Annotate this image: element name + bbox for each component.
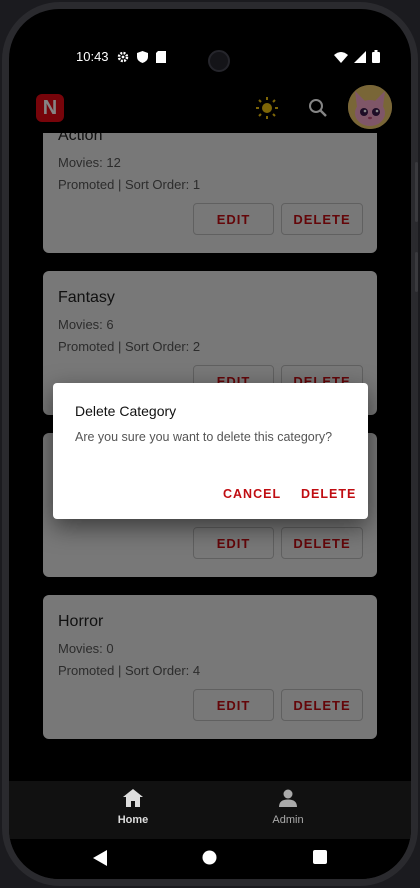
wifi-icon [334, 51, 348, 63]
confirm-delete-button[interactable]: DELETE [301, 487, 356, 501]
nav-item-home[interactable]: Home [93, 789, 173, 826]
device-frame: 10:43 N Action Movies: 12 Promoted | Sor… [2, 2, 418, 886]
delete-category-dialog: Delete Category Are you sure you want to… [53, 383, 368, 519]
status-time: 10:43 [76, 49, 109, 64]
person-icon [279, 789, 297, 807]
bottom-navigation: Home Admin [9, 781, 411, 839]
dialog-title: Delete Category [75, 403, 177, 419]
home-icon [123, 789, 143, 807]
volume-button [415, 162, 418, 222]
cancel-button[interactable]: CANCEL [223, 487, 281, 501]
nav-label-admin: Admin [272, 814, 304, 826]
screen: 10:43 N Action Movies: 12 Promoted | Sor… [9, 9, 411, 879]
settings-icon [117, 51, 128, 62]
dialog-message: Are you sure you want to delete this cat… [75, 430, 333, 444]
sim-card-icon [155, 50, 166, 63]
signal-icon [354, 50, 366, 63]
status-bar: 10:43 [76, 49, 166, 64]
nav-item-admin[interactable]: Admin [248, 789, 328, 826]
battery-icon [372, 50, 380, 63]
power-button [415, 252, 418, 292]
status-icons [334, 50, 380, 63]
recents-icon[interactable] [313, 850, 327, 864]
system-navigation-bar [9, 839, 411, 879]
shield-icon [136, 50, 148, 63]
front-camera [208, 50, 230, 72]
back-icon[interactable] [93, 850, 107, 866]
nav-label-home: Home [117, 814, 149, 826]
home-button-icon[interactable] [202, 850, 217, 865]
